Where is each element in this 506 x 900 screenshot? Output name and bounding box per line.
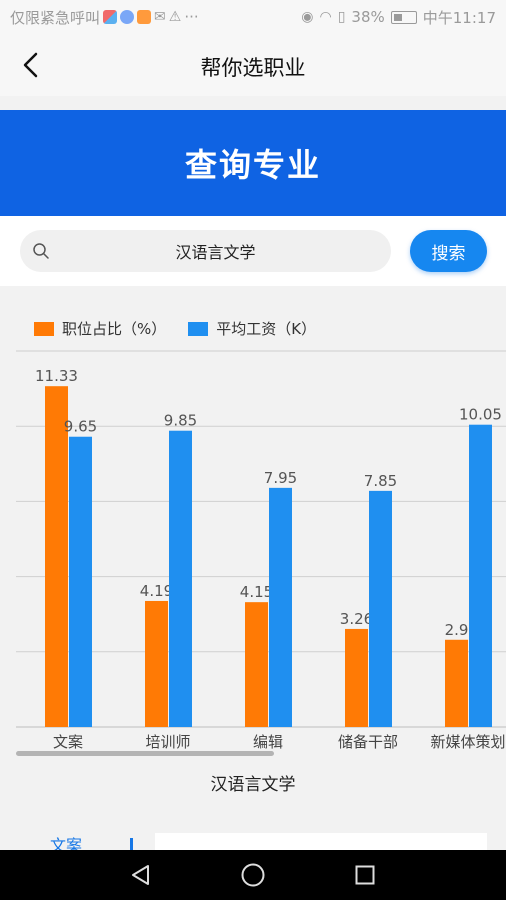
search-box [20,230,391,272]
battery-icon [390,10,417,24]
x-tick-label: 编辑 [253,733,283,751]
triangle-back-icon [132,865,149,885]
search-input[interactable] [60,230,371,272]
chart-caption: 汉语言文学 [210,775,296,795]
x-tick-label: 培训师 [145,733,190,751]
legend-label-share: 职位占比（%） [62,320,167,338]
bar-chart: 11.33 9.65 文案 4.19 9.85 培训师 4.15 7.95 编辑 3.26 7.85… [16,350,506,751]
data-label-salary: 7.95 [264,469,297,487]
x-tick-label: 新媒体策划 [430,733,505,751]
circle-home-icon [241,863,265,887]
data-label-salary: 10.05 [459,406,502,424]
legend-item-salary: 平均工资（K） [188,318,316,339]
nav-back-button[interactable] [126,860,156,890]
navigation-bar [0,850,506,900]
career-list: 文案 [0,800,506,855]
data-label-share: 11.33 [35,367,78,385]
bar-salary [369,490,392,727]
app-notification-icon [103,10,118,24]
hero-banner: 查询专业 [0,110,506,216]
bar-salary [269,487,292,727]
data-label-share: 4.19 [140,582,173,600]
search-icon [33,243,49,259]
clock: 中午11:17 [422,8,496,27]
browser-notification-icon [120,10,135,24]
data-label-share: 3.26 [340,610,373,628]
nav-home-button[interactable] [238,860,268,890]
list-content-panel [155,833,487,850]
data-label-salary: 9.85 [164,412,197,430]
legend-item-share: 职位占比（%） [34,318,166,339]
data-label-share: 2.9 [445,621,469,639]
status-bar: 仅限紧急呼叫 ✉ ⚠ ··· ◉ ◠ ▯ 38% 中午11:17 [0,0,506,34]
search-section: 搜索 [0,216,506,286]
nav-recents-button[interactable] [350,860,380,890]
bar-salary [169,430,192,727]
list-active-marker [130,838,133,850]
data-label-salary: 9.65 [64,418,97,436]
bar-share [45,386,68,727]
mail-icon: ✉ [154,9,166,25]
legend-swatch-share [34,321,54,336]
search-button[interactable]: 搜索 [410,230,487,272]
page-title: 帮你选职业 [200,56,306,80]
eye-icon: ◉ [301,9,314,25]
sim-icon: ▯ [337,9,346,25]
x-tick-label: 文案 [53,733,83,751]
battery-percent: 38% [351,8,385,26]
chart-legend: 职位占比（%） 平均工资（K） [34,318,338,339]
video-notification-icon [137,10,152,24]
more-notifications: ··· [184,8,199,26]
x-tick-label: 储备干部 [338,733,398,751]
banner-title: 查询专业 [184,146,321,184]
bar-share [145,600,168,727]
data-label-share: 4.15 [240,583,273,601]
bar-share [445,639,468,727]
square-recents-icon [355,865,375,885]
legend-swatch-salary [188,321,209,336]
warning-icon: ⚠ [168,9,182,25]
bar-share [245,602,268,727]
bar-salary [69,436,92,727]
chart-area: 11.33 9.65 文案 4.19 9.85 培训师 4.15 7.95 编辑 3.26 7.85… [0,286,506,766]
legend-label-salary: 平均工资（K） [216,320,317,338]
wifi-icon: ◠ [319,9,332,25]
data-label-salary: 7.85 [364,472,397,490]
chart-scrollbar[interactable] [16,751,274,756]
carrier-text: 仅限紧急呼叫 [10,8,101,27]
bar-salary [469,424,492,727]
bar-share [345,628,368,727]
title-bar: 帮你选职业 [0,34,506,96]
